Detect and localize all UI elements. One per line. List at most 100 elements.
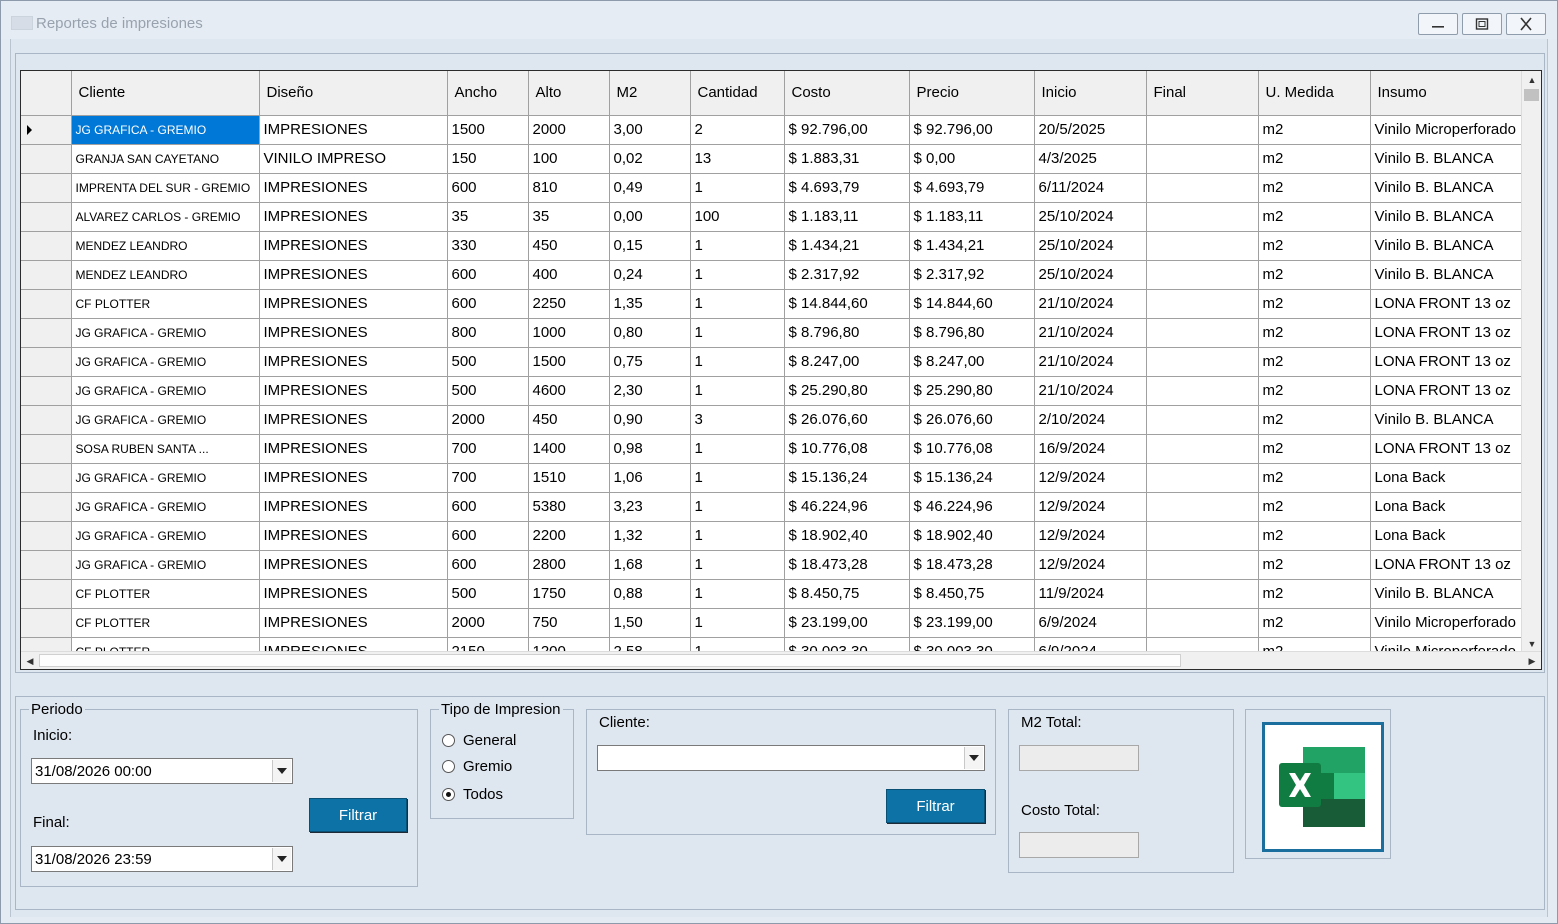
cell-inicio[interactable]: 20/5/2025 xyxy=(1034,115,1147,145)
cell-insumo[interactable]: LONA FRONT 13 oz xyxy=(1370,289,1522,319)
cell-precio[interactable]: $ 8.247,00 xyxy=(909,347,1035,377)
cell-unidad-medida[interactable]: m2 xyxy=(1258,115,1371,145)
cell-final[interactable] xyxy=(1146,376,1259,406)
cell-insumo[interactable]: Vinilo Microperforado xyxy=(1370,608,1522,638)
cell-final[interactable] xyxy=(1146,579,1259,609)
cell-insumo[interactable]: Vinilo B. BLANCA xyxy=(1370,579,1522,609)
vertical-scroll-thumb[interactable] xyxy=(1524,89,1539,101)
cell-ancho[interactable]: 700 xyxy=(447,463,529,493)
row-header[interactable] xyxy=(21,202,72,232)
column-header-ancho[interactable]: Ancho xyxy=(447,71,529,116)
cell-precio[interactable]: $ 18.473,28 xyxy=(909,550,1035,580)
cell-cantidad[interactable]: 100 xyxy=(690,202,785,232)
cell-cantidad[interactable]: 1 xyxy=(690,347,785,377)
column-header-alto[interactable]: Alto xyxy=(528,71,610,116)
cell-costo[interactable]: $ 4.693,79 xyxy=(784,173,910,203)
cell-final[interactable] xyxy=(1146,318,1259,348)
column-header-m2[interactable]: M2 xyxy=(609,71,691,116)
cell-cantidad[interactable]: 1 xyxy=(690,289,785,319)
cell-inicio[interactable]: 21/10/2024 xyxy=(1034,376,1147,406)
row-header[interactable] xyxy=(21,347,72,377)
row-header[interactable] xyxy=(21,115,72,145)
cell-cliente[interactable]: SOSA RUBEN SANTA ... xyxy=(71,434,260,464)
cell-inicio[interactable]: 21/10/2024 xyxy=(1034,289,1147,319)
cell-insumo[interactable]: Vinilo B. BLANCA xyxy=(1370,144,1522,174)
cell-final[interactable] xyxy=(1146,115,1259,145)
cell-final[interactable] xyxy=(1146,463,1259,493)
table-row[interactable]: MENDEZ LEANDRO IMPRESIONES 600 400 0,24 1 $ 2.… xyxy=(21,260,1522,290)
cell-alto[interactable]: 1000 xyxy=(528,318,610,348)
cell-unidad-medida[interactable]: m2 xyxy=(1258,376,1371,406)
cell-cantidad[interactable]: 1 xyxy=(690,376,785,406)
cell-alto[interactable]: 35 xyxy=(528,202,610,232)
cell-m2[interactable]: 0,02 xyxy=(609,144,691,174)
cell-diseno[interactable]: IMPRESIONES xyxy=(259,115,448,145)
cell-m2[interactable]: 0,00 xyxy=(609,202,691,232)
cell-m2[interactable]: 2,30 xyxy=(609,376,691,406)
cell-alto[interactable]: 1500 xyxy=(528,347,610,377)
cell-inicio[interactable]: 12/9/2024 xyxy=(1034,463,1147,493)
cell-unidad-medida[interactable]: m2 xyxy=(1258,550,1371,580)
cell-precio[interactable]: $ 25.290,80 xyxy=(909,376,1035,406)
radio-general[interactable]: General xyxy=(442,732,516,749)
cell-costo[interactable]: $ 26.076,60 xyxy=(784,405,910,435)
row-header[interactable] xyxy=(21,608,72,638)
cell-diseno[interactable]: IMPRESIONES xyxy=(259,405,448,435)
cell-alto[interactable]: 2000 xyxy=(528,115,610,145)
cell-unidad-medida[interactable]: m2 xyxy=(1258,260,1371,290)
row-header[interactable] xyxy=(21,434,72,464)
cell-cantidad[interactable]: 1 xyxy=(690,579,785,609)
cell-cliente[interactable]: JG GRAFICA - GREMIO xyxy=(71,550,260,580)
row-header[interactable] xyxy=(21,260,72,290)
cell-inicio[interactable]: 6/9/2024 xyxy=(1034,608,1147,638)
inicio-dropdown-button[interactable] xyxy=(272,760,291,782)
cell-cantidad[interactable]: 1 xyxy=(690,173,785,203)
cell-precio[interactable]: $ 1.434,21 xyxy=(909,231,1035,261)
row-header[interactable] xyxy=(21,231,72,261)
cell-ancho[interactable]: 600 xyxy=(447,289,529,319)
scroll-up-icon[interactable]: ▲ xyxy=(1522,71,1541,89)
cell-unidad-medida[interactable]: m2 xyxy=(1258,579,1371,609)
cell-final[interactable] xyxy=(1146,405,1259,435)
cell-costo[interactable]: $ 8.247,00 xyxy=(784,347,910,377)
cell-diseno[interactable]: IMPRESIONES xyxy=(259,521,448,551)
cell-insumo[interactable]: Vinilo Microperforado xyxy=(1370,115,1522,145)
cell-final[interactable] xyxy=(1146,521,1259,551)
cell-precio[interactable]: $ 1.183,11 xyxy=(909,202,1035,232)
cell-ancho[interactable]: 600 xyxy=(447,260,529,290)
scroll-right-icon[interactable]: ▶ xyxy=(1523,652,1541,669)
minimize-button[interactable] xyxy=(1418,13,1458,35)
cell-m2[interactable]: 3,23 xyxy=(609,492,691,522)
table-row[interactable]: CF PLOTTER IMPRESIONES 500 1750 0,88 1 $ 8.450… xyxy=(21,579,1522,609)
cell-m2[interactable]: 1,50 xyxy=(609,608,691,638)
radio-todos[interactable]: Todos xyxy=(442,786,503,803)
cell-inicio[interactable]: 16/9/2024 xyxy=(1034,434,1147,464)
cell-diseno[interactable]: IMPRESIONES xyxy=(259,463,448,493)
table-row[interactable]: JG GRAFICA - GREMIO IMPRESIONES 700 1510 1,0… xyxy=(21,463,1522,493)
column-header-cliente[interactable]: Cliente xyxy=(71,71,260,116)
cell-cliente[interactable]: CF PLOTTER xyxy=(71,579,260,609)
cell-unidad-medida[interactable]: m2 xyxy=(1258,347,1371,377)
cell-unidad-medida[interactable]: m2 xyxy=(1258,173,1371,203)
cell-cliente[interactable]: JG GRAFICA - GREMIO xyxy=(71,405,260,435)
cell-ancho[interactable]: 800 xyxy=(447,318,529,348)
cell-diseno[interactable]: IMPRESIONES xyxy=(259,260,448,290)
cell-cantidad[interactable]: 13 xyxy=(690,144,785,174)
cell-insumo[interactable]: Vinilo B. BLANCA xyxy=(1370,405,1522,435)
final-dropdown-button[interactable] xyxy=(272,848,291,870)
export-excel-button[interactable]: Exportar xyxy=(1262,722,1384,852)
cell-diseno[interactable]: IMPRESIONES xyxy=(259,318,448,348)
cell-ancho[interactable]: 330 xyxy=(447,231,529,261)
cell-unidad-medida[interactable]: m2 xyxy=(1258,434,1371,464)
cell-ancho[interactable]: 35 xyxy=(447,202,529,232)
cell-cliente[interactable]: JG GRAFICA - GREMIO xyxy=(71,521,260,551)
cell-ancho[interactable]: 500 xyxy=(447,347,529,377)
cell-ancho[interactable]: 500 xyxy=(447,376,529,406)
table-row[interactable]: ALVAREZ CARLOS - GREMIO IMPRESIONES 35 35 0,… xyxy=(21,202,1522,232)
close-button[interactable] xyxy=(1506,13,1546,35)
cell-final[interactable] xyxy=(1146,202,1259,232)
cell-ancho[interactable]: 600 xyxy=(447,173,529,203)
column-header-inicio[interactable]: Inicio xyxy=(1034,71,1147,116)
cell-alto[interactable]: 1510 xyxy=(528,463,610,493)
cell-diseno[interactable]: IMPRESIONES xyxy=(259,173,448,203)
